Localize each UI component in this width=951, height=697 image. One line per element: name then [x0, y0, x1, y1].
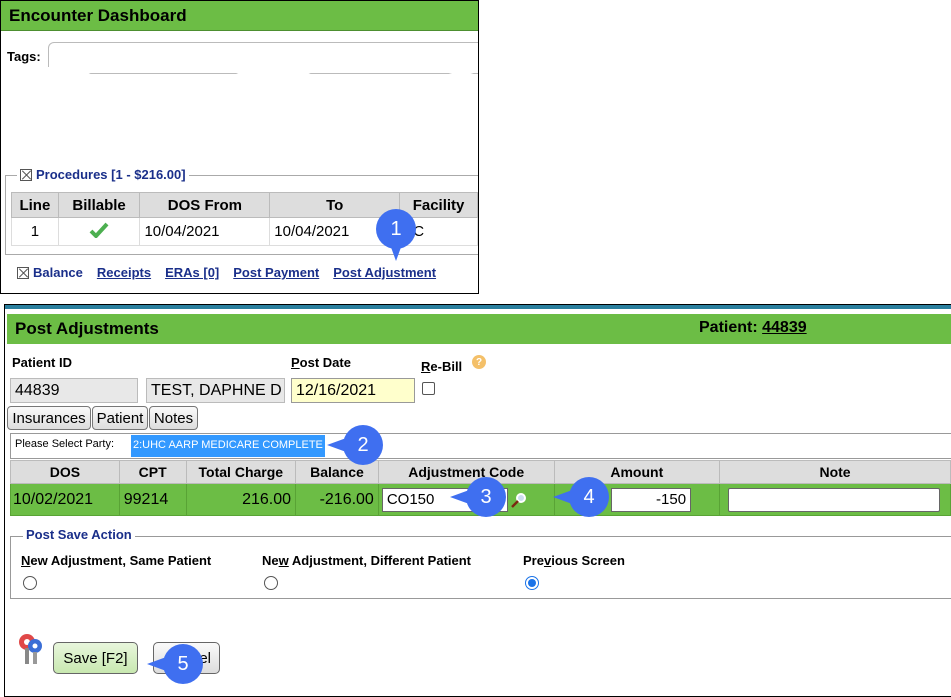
help-icon[interactable]: ?: [472, 355, 486, 369]
rebill-label: Re-Bill: [421, 359, 462, 374]
column-header-billable: Billable: [57, 192, 141, 218]
line-cell: 1: [11, 217, 59, 246]
column-header-dos: DOS: [10, 460, 120, 484]
column-header-to: To: [269, 192, 401, 218]
option-label-same-patient: New Adjustment, Same Patient: [21, 553, 211, 568]
post-date-label-accesskey: P: [291, 355, 300, 370]
patient-header-label: Patient:: [699, 319, 758, 336]
patient-header-number[interactable]: 44839: [762, 319, 807, 336]
note-input[interactable]: [728, 487, 941, 512]
eras-link[interactable]: ERAs [0]: [165, 265, 219, 280]
post-date-input[interactable]: 12/16/2021: [291, 378, 415, 403]
step-marker-5: 5: [147, 644, 203, 684]
post-adjustment-link[interactable]: Post Adjustment: [333, 265, 436, 280]
column-header-line: Line: [11, 192, 59, 218]
tab-patient[interactable]: Patient: [92, 406, 148, 430]
column-header-dos-from: DOS From: [139, 192, 271, 218]
option-label-different-patient: New Adjustment, Different Patient: [262, 553, 471, 568]
post-adjustments-title: Post Adjustments: [15, 319, 159, 338]
column-header-cpt: CPT: [118, 460, 187, 484]
patient-name-field[interactable]: TEST, DAPHNE D: [146, 378, 285, 403]
radio-previous-screen[interactable]: [525, 576, 539, 590]
party-label: Please Select Party:: [15, 438, 115, 450]
amount-input[interactable]: [611, 487, 692, 512]
note-cell: [719, 483, 951, 516]
step-marker-4: 4: [553, 477, 609, 517]
magnifier-search-icon[interactable]: [510, 492, 527, 508]
column-header-total-charge: Total Charge: [185, 460, 297, 484]
accesskey-different-patient: w: [278, 553, 289, 568]
encounter-dashboard-panel: Encounter Dashboard Tags: ions Procedure…: [0, 0, 479, 294]
patient-id-field[interactable]: 44839: [10, 378, 138, 403]
post-save-action-group: Post Save Action New Adjustment, Same Pa…: [10, 527, 951, 599]
post-payment-link[interactable]: Post Payment: [233, 265, 319, 280]
total-charge-cell: 216.00: [185, 483, 297, 516]
procedures-legend[interactable]: Procedures [1 - $216.00]: [17, 167, 189, 182]
option-label-previous-rest: ious Screen: [551, 553, 625, 568]
radio-same-patient[interactable]: [23, 576, 37, 590]
option-label-previous-first: Pre: [523, 553, 544, 568]
dos-cell: 10/02/2021: [10, 483, 120, 516]
rebill-label-accesskey: R: [421, 359, 431, 374]
encounter-dashboard-title: Encounter Dashboard: [1, 1, 478, 31]
balance-row: Balance Receipts ERAs [0] Post Payment P…: [17, 265, 436, 280]
tags-label: Tags:: [7, 49, 41, 64]
balance-label: Balance: [33, 265, 83, 280]
option-label-different-patient-first: Ne: [262, 553, 279, 568]
step-marker-3: 3: [450, 477, 506, 517]
post-save-action-legend: Post Save Action: [23, 527, 135, 542]
save-button[interactable]: Save [F2]: [53, 642, 138, 674]
dos-from-cell: 10/04/2021: [139, 217, 271, 246]
top-border: [5, 305, 951, 309]
tab-notes[interactable]: Notes: [149, 406, 198, 430]
post-adjustments-titlebar: Post Adjustments Patient: 44839: [7, 314, 951, 344]
column-header-adjustment-code: Adjustment Code: [377, 460, 555, 484]
collapse-box-icon[interactable]: [17, 266, 29, 279]
patient-header: Patient: 44839: [699, 319, 807, 337]
receipts-link[interactable]: Receipts: [97, 265, 151, 280]
accesskey-same-patient: N: [21, 553, 31, 568]
rebill-checkbox[interactable]: [422, 382, 435, 395]
step-marker-1: 1: [376, 209, 416, 261]
tab-insurances[interactable]: Insurances: [7, 406, 91, 430]
party-select[interactable]: Please Select Party: 2:UHC AARP MEDICARE…: [10, 433, 951, 459]
post-date-label: Post Date: [291, 355, 351, 370]
rebill-label-rest: e-Bill: [430, 359, 463, 374]
checkmark-icon: [89, 222, 109, 239]
procedures-legend-label: Procedures [1 - $216.00]: [36, 167, 186, 182]
option-label-different-patient-rest: Adjustment, Different Patient: [288, 553, 472, 568]
step-marker-2: 2: [327, 425, 383, 465]
balance-cell: -216.00: [295, 483, 379, 516]
option-label-same-patient-rest: ew Adjustment, Same Patient: [30, 553, 212, 568]
party-selected-option[interactable]: 2:UHC AARP MEDICARE COMPLETE: [131, 435, 325, 457]
post-date-label-rest: ost Date: [299, 355, 351, 370]
collapse-box-icon[interactable]: [20, 168, 32, 181]
post-adjustments-panel: Post Adjustments Patient: 44839 Patient …: [4, 304, 951, 697]
column-header-facility: Facility: [399, 192, 478, 218]
patient-id-label: Patient ID: [12, 355, 72, 370]
column-header-note: Note: [719, 460, 951, 484]
torn-edge-graphic: [1, 67, 478, 161]
keys-icon: [19, 634, 42, 664]
cpt-cell: 99214: [118, 483, 187, 516]
radio-different-patient[interactable]: [264, 576, 278, 590]
billable-cell: [57, 217, 141, 246]
option-label-previous-screen: Previous Screen: [523, 553, 625, 568]
